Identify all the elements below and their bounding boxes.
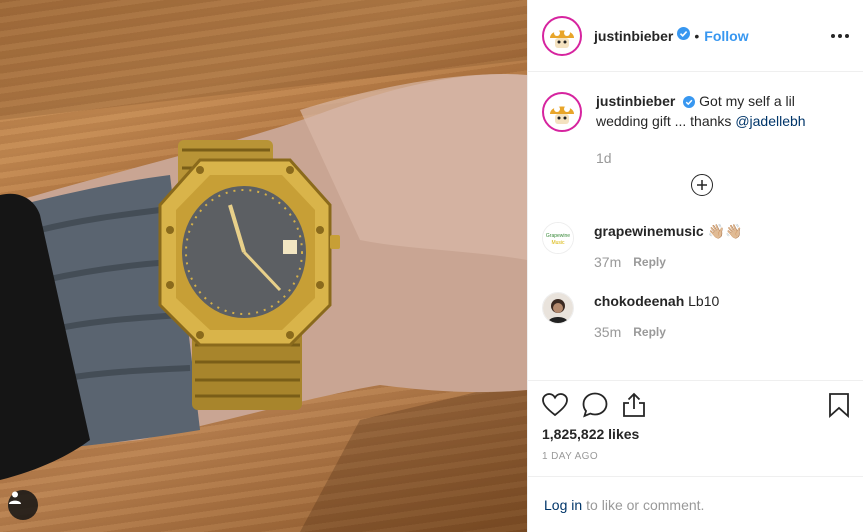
post-date[interactable]: 1 DAY AGO (542, 451, 850, 462)
load-more-comments[interactable] (554, 174, 850, 196)
caption-username[interactable]: justinbieber (596, 93, 675, 109)
commenter-username[interactable]: grapewinemusic (594, 223, 704, 239)
comment-text: grapewinemusic 👋🏼👋🏼 (594, 222, 742, 240)
bookmark-icon[interactable] (828, 392, 850, 418)
comment-text: chokodeenah Lb10 (594, 292, 719, 310)
comment-icon[interactable] (582, 392, 608, 418)
author-avatar[interactable] (542, 15, 582, 56)
comment-item: Grapewine Music grapewinemusic 👋🏼👋🏼 37m … (542, 222, 850, 270)
svg-text:Grapewine: Grapewine (546, 233, 570, 239)
login-prompt-text: to like or comment. (586, 496, 705, 513)
reply-button[interactable]: Reply (633, 255, 666, 269)
comment-item: chokodeenah Lb10 35m Reply (542, 292, 850, 340)
comment-body: 👋🏼👋🏼 (707, 223, 743, 239)
verified-badge-icon (677, 26, 691, 45)
commenter-avatar[interactable] (542, 292, 574, 324)
comment-timestamp: 35m (594, 324, 622, 340)
login-prompt: Log in to like or comment. (528, 476, 863, 532)
follow-button[interactable]: Follow (704, 28, 748, 44)
commenter-username[interactable]: chokodeenah (594, 293, 684, 309)
caption-mention-link[interactable]: @jadellebh (735, 113, 805, 129)
reply-button[interactable]: Reply (633, 325, 666, 339)
svg-text:Music: Music (551, 240, 565, 246)
comment-timestamp: 37m (594, 254, 622, 270)
caption-text: justinbieber Got my self a lil wedding g… (596, 92, 836, 132)
author-username[interactable]: justinbieber (594, 28, 673, 44)
comments-section: justinbieber Got my self a lil wedding g… (528, 72, 863, 380)
verified-badge-icon (683, 94, 696, 112)
like-count[interactable]: 1,825,822 likes (542, 426, 850, 442)
caption-timestamp: 1d (596, 150, 612, 166)
post-header: justinbieber • Follow (528, 0, 863, 72)
post-caption: justinbieber Got my self a lil wedding g… (542, 92, 850, 132)
post-actions: 1,825,822 likes 1 DAY AGO (528, 380, 863, 476)
post-photo[interactable] (0, 0, 527, 532)
more-options-icon[interactable] (831, 33, 849, 38)
login-link[interactable]: Log in (544, 497, 582, 513)
commenter-avatar[interactable]: Grapewine Music (542, 222, 574, 254)
separator-dot: • (694, 27, 700, 44)
wrist-watch-image (0, 0, 527, 532)
post-details-panel: justinbieber • Follow justinbieber Got m… (527, 0, 863, 532)
load-more-comments-icon[interactable] (691, 174, 713, 196)
caption-author-avatar[interactable] (542, 92, 582, 132)
comment-body: Lb10 (688, 293, 720, 309)
heart-icon[interactable] (542, 393, 568, 417)
share-icon[interactable] (622, 392, 646, 418)
user-tag-icon[interactable] (8, 490, 38, 520)
